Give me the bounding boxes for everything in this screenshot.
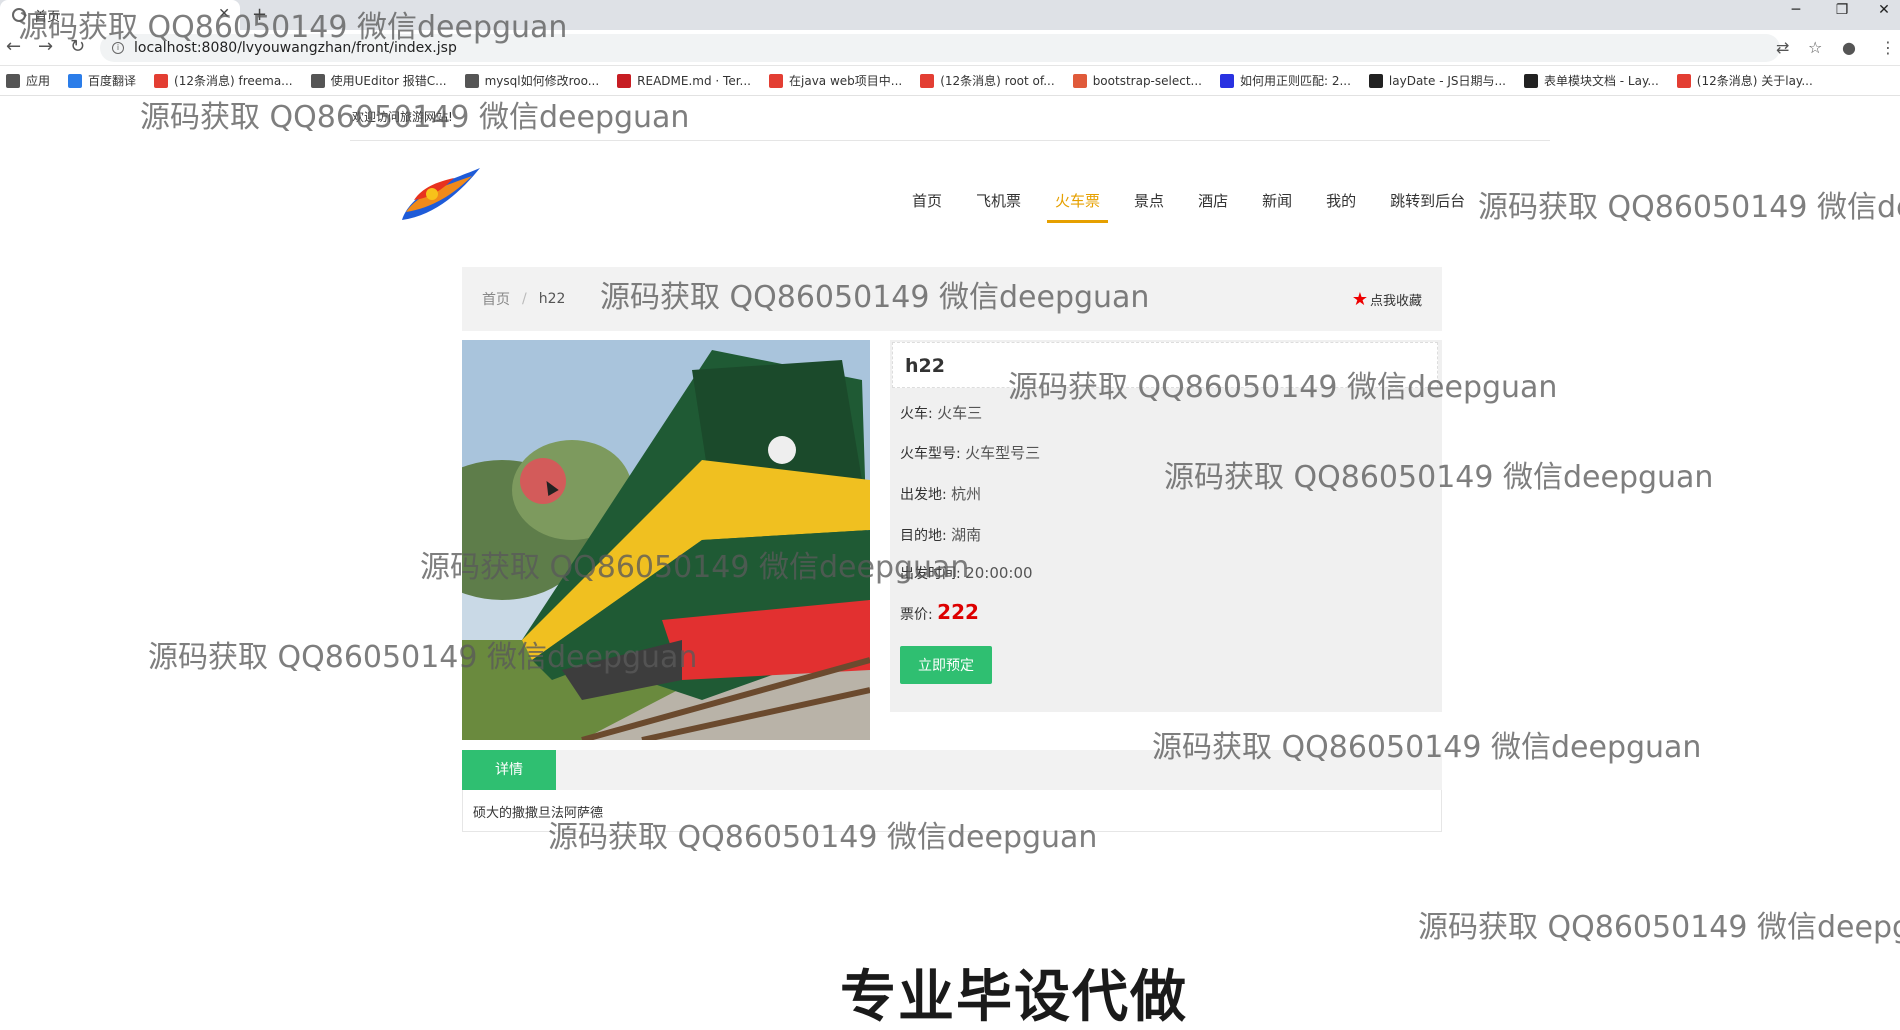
nav-item[interactable]: 飞机票 — [976, 190, 1021, 223]
profile-icon[interactable]: ● — [1842, 38, 1856, 57]
bookmark-item[interactable]: (12条消息) freema... — [154, 72, 293, 89]
price-row: 票价: 222 — [900, 600, 979, 624]
watermark-text: 源码获取 QQ86050149 微信deepguan — [1164, 460, 1714, 495]
nav-item[interactable]: 我的 — [1326, 190, 1356, 223]
csdn-icon — [1676, 73, 1691, 88]
breadcrumb-separator: / — [522, 291, 527, 307]
screen: 首页 ✕ + ─ ❐ ✕ ← → ↻ i localhost:8080/lvyo… — [0, 0, 1900, 1030]
favorite-label: 点我收藏 — [1369, 294, 1422, 309]
bookmark-label: bootstrap-select... — [1092, 73, 1202, 88]
bookmark-item[interactable]: (12条消息) 关于lay... — [1676, 72, 1813, 89]
bookmark-item[interactable]: bootstrap-select... — [1072, 73, 1202, 88]
bookmark-label: 在java web项目中... — [789, 74, 903, 88]
bookmark-label: README.md · Ter... — [637, 73, 751, 88]
train-value: 火车三 — [937, 404, 983, 422]
breadcrumb-home[interactable]: 首页 — [482, 289, 510, 309]
bookmark-item[interactable]: mysql如何修改roo... — [464, 72, 600, 89]
watermark-text: 源码获取 QQ86050149 微信deepguan — [600, 280, 1150, 315]
layui-icon — [1368, 73, 1383, 88]
from-label: 出发地: — [900, 487, 947, 503]
baidu-paw-icon — [1219, 73, 1234, 88]
main-nav: 首页 飞机票 火车票 景点 酒店 新闻 我的 跳转到后台 — [912, 190, 1499, 223]
watermark-text: 源码获取 QQ86050149 微信deepguan — [1418, 910, 1900, 945]
model-row: 火车型号: 火车型号三 — [900, 442, 1040, 463]
bookmark-label: 百度翻译 — [88, 74, 137, 88]
breadcrumb-current: h22 — [538, 291, 566, 307]
bookmark-item[interactable]: 百度翻译 — [68, 72, 136, 89]
watermark-text: 源码获取 QQ86050149 微信deepguan — [1152, 730, 1702, 765]
bookmark-item[interactable]: 使用UEditor 报错C... — [310, 72, 447, 89]
minimize-icon[interactable]: ─ — [1776, 2, 1816, 18]
nav-item[interactable]: 景点 — [1134, 190, 1164, 223]
close-window-icon[interactable]: ✕ — [1864, 2, 1900, 18]
translate-icon[interactable]: ⇄ — [1776, 38, 1789, 57]
watermark-text: 源码获取 QQ86050149 微信deepguan — [1478, 190, 1900, 225]
lambda-icon — [464, 73, 479, 88]
train-label: 火车: — [900, 406, 933, 422]
watermark-text: 源码获取 QQ86050149 微信deepguan — [148, 640, 698, 675]
bookmark-label: 使用UEditor 报错C... — [330, 74, 447, 88]
baidu-translate-icon — [68, 73, 83, 88]
bookmark-label: (12条消息) freema... — [174, 74, 293, 88]
nav-item[interactable]: 跳转到后台 — [1390, 190, 1465, 223]
tab-details[interactable]: 详情 — [462, 750, 556, 790]
book-now-button[interactable]: 立即预定 — [900, 646, 992, 684]
bookmark-label: 应用 — [26, 74, 51, 88]
cursor-highlight — [520, 458, 566, 504]
watermark-text: 源码获取 QQ86050149 微信deepguan — [548, 820, 1098, 855]
train-photo — [462, 340, 870, 740]
bookmark-item[interactable]: README.md · Ter... — [617, 73, 751, 88]
restore-icon[interactable]: ❐ — [1822, 2, 1862, 18]
price-value: 222 — [937, 600, 979, 624]
csdn-icon — [154, 73, 169, 88]
bookmark-star-icon[interactable]: ☆ — [1808, 38, 1822, 57]
watermark-text: 源码获取 QQ86050149 微信deepguan — [18, 10, 568, 45]
bookmark-item[interactable]: (12条消息) root of... — [920, 72, 1055, 89]
nav-item[interactable]: 酒店 — [1198, 190, 1228, 223]
nav-item[interactable]: 火车票 — [1047, 190, 1109, 223]
watermark-text: 源码获取 QQ86050149 微信deepguan — [1008, 370, 1558, 405]
model-value: 火车型号三 — [965, 444, 1041, 462]
site-logo[interactable] — [392, 160, 484, 232]
bookmark-label: layDate - JS日期与... — [1388, 74, 1506, 88]
nav-item[interactable]: 首页 — [912, 190, 942, 223]
csdn-icon — [920, 73, 935, 88]
favorite-button[interactable]: ★ 点我收藏 — [1352, 289, 1422, 310]
menu-icon[interactable]: ⋮ — [1880, 38, 1896, 57]
watermark-text: 源码获取 QQ86050149 微信deepguan — [140, 100, 690, 135]
train-row: 火车: 火车三 — [900, 402, 982, 423]
model-label: 火车型号: — [900, 446, 961, 462]
bookmark-item[interactable]: 在java web项目中... — [769, 72, 902, 89]
bookmark-item[interactable]: 如何用正则匹配: 2... — [1219, 72, 1351, 89]
page-icon — [1072, 73, 1087, 88]
price-label: 票价: — [900, 607, 933, 623]
watermark-text: 源码获取 QQ86050149 微信deepguan — [420, 550, 970, 585]
promo-caption: 专业毕设代做 — [840, 965, 1188, 1030]
bookmark-label: 如何用正则匹配: 2... — [1239, 74, 1351, 88]
bookmark-item[interactable]: 表单模块文档 - Lay... — [1523, 72, 1659, 89]
bookmark-label: (12条消息) root of... — [940, 74, 1055, 88]
lambda-icon — [310, 73, 325, 88]
time-value: 20:00:00 — [965, 564, 1033, 582]
layui-icon — [1523, 73, 1538, 88]
apps-icon — [6, 73, 20, 88]
bookmark-item[interactable]: 应用 — [6, 72, 50, 89]
star-icon: ★ — [1351, 289, 1368, 310]
header-divider — [350, 140, 1550, 141]
nav-item[interactable]: 新闻 — [1262, 190, 1292, 223]
bookmark-label: (12条消息) 关于lay... — [1696, 74, 1813, 88]
bookmark-label: 表单模块文档 - Lay... — [1543, 74, 1659, 88]
from-value: 杭州 — [951, 485, 982, 503]
gitee-icon — [617, 73, 632, 88]
from-row: 出发地: 杭州 — [900, 483, 981, 504]
bookmark-item[interactable]: layDate - JS日期与... — [1368, 72, 1506, 89]
csdn-icon — [769, 73, 783, 88]
bookmark-label: mysql如何修改roo... — [484, 74, 600, 88]
